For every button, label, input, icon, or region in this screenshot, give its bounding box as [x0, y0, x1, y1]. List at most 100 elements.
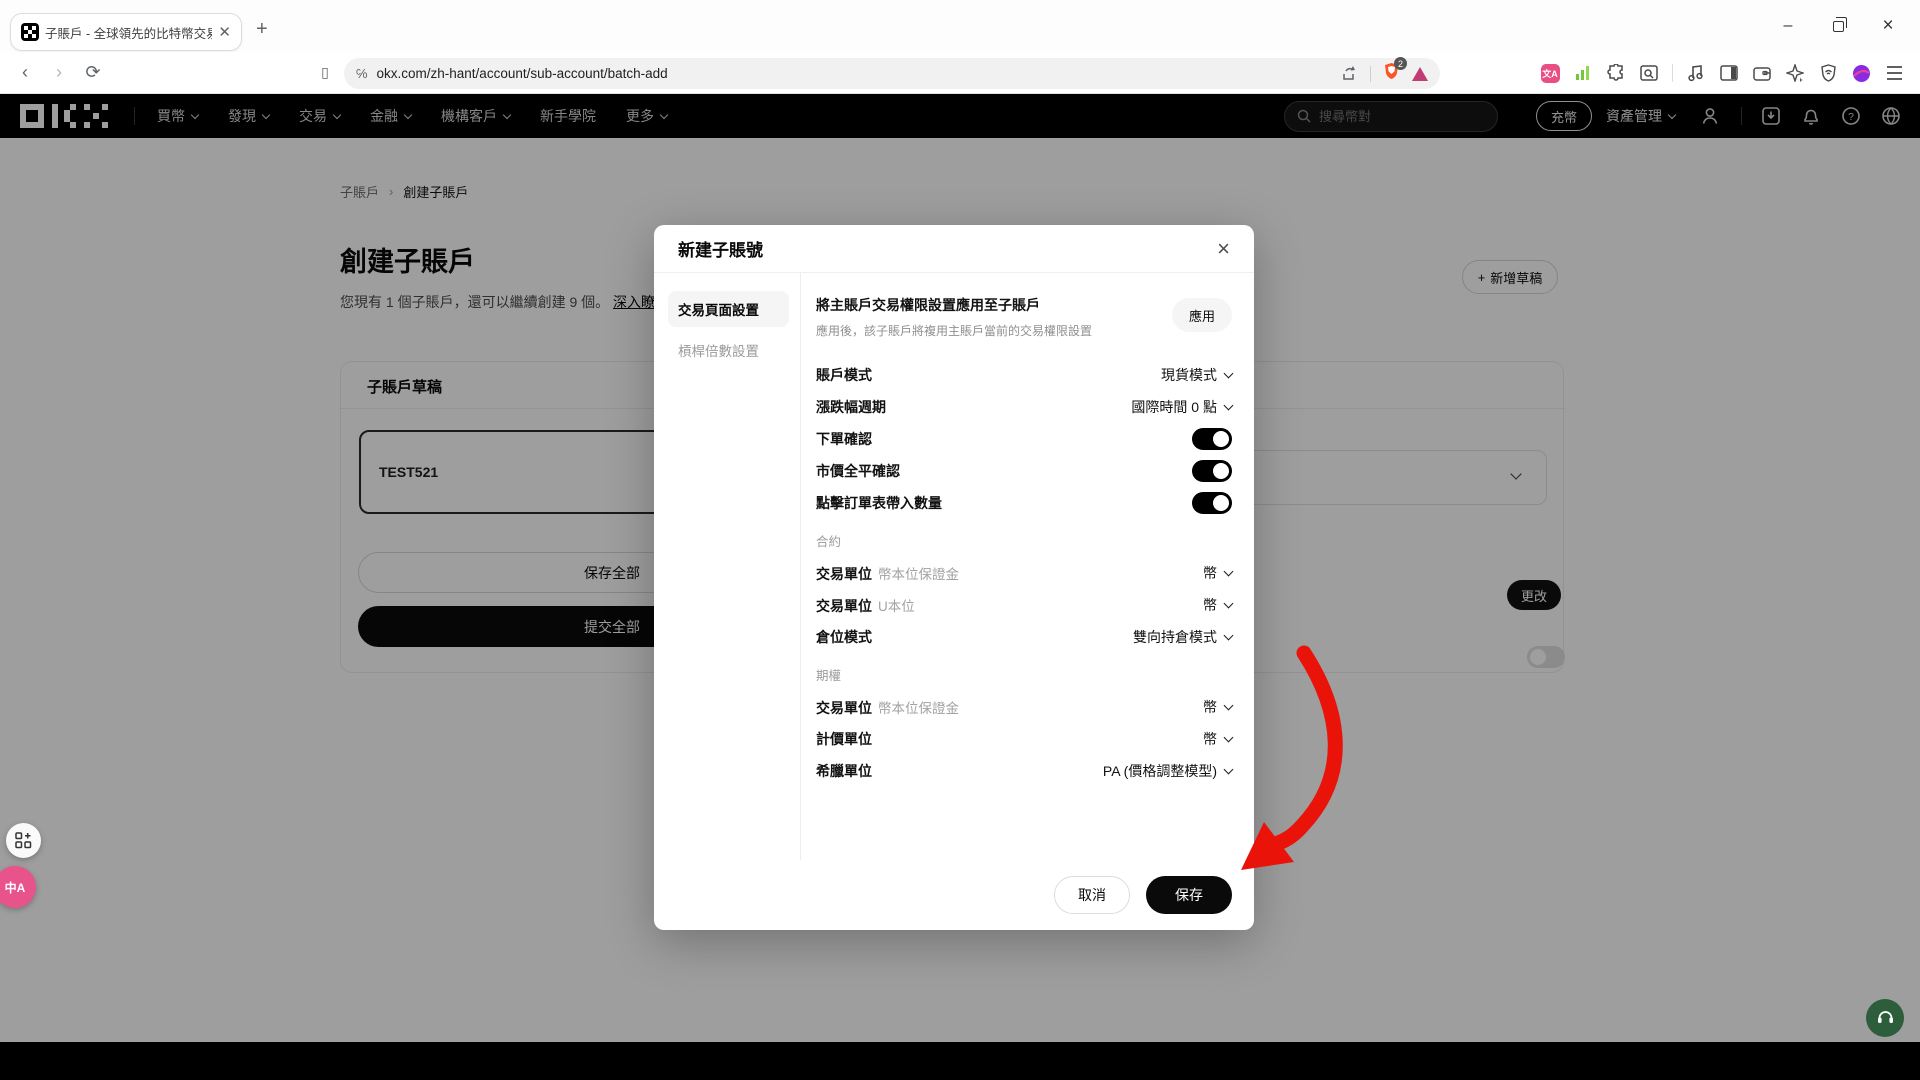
- row-value: PA (價格調整模型): [1103, 761, 1217, 781]
- save-button[interactable]: 保存: [1146, 876, 1232, 914]
- apply-permissions-row: 將主賬戶交易權限設置應用至子賬戶 應用後，該子賬戶將複用主賬戶當前的交易權限設置…: [816, 295, 1232, 339]
- row-label: 計價單位: [816, 731, 872, 747]
- row-value: 幣: [1203, 697, 1217, 717]
- row-label: 倉位模式: [816, 629, 872, 645]
- stats-extension-icon[interactable]: [1573, 63, 1593, 83]
- row-value: 幣: [1203, 563, 1217, 583]
- shield-badge: 2: [1394, 57, 1407, 70]
- apply-title: 將主賬戶交易權限設置應用至子賬戶: [816, 295, 1158, 315]
- okx-favicon: [21, 23, 39, 41]
- chevron-down-icon: [1224, 764, 1234, 774]
- row-sublabel: U本位: [878, 599, 915, 614]
- reload-icon[interactable]: ⟳: [76, 62, 110, 83]
- row-value: 幣: [1203, 729, 1217, 749]
- row-select[interactable]: PA (價格調整模型): [1103, 761, 1232, 781]
- modal-footer: 取消 保存: [654, 860, 1254, 930]
- new-tab-button[interactable]: +: [256, 18, 268, 41]
- wallet-extension-icon[interactable]: [1752, 63, 1772, 83]
- row-label: 市價全平確認: [816, 463, 900, 479]
- extensions-puzzle-icon[interactable]: [1606, 63, 1626, 83]
- modal-title: 新建子賬號: [678, 236, 1217, 261]
- bookmark-icon[interactable]: ▯: [308, 64, 342, 81]
- modal-section: 合約 交易單位幣本位保證金 幣 交易單位U本位 幣 倉位模式: [816, 533, 1232, 653]
- section-heading: 期權: [816, 667, 1232, 685]
- back-icon[interactable]: ‹: [8, 62, 42, 83]
- row-label: 漲跌幅週期: [816, 399, 886, 415]
- site-settings-icon[interactable]: ℅: [356, 66, 368, 81]
- purple-globe-extension-icon[interactable]: [1851, 63, 1871, 83]
- chevron-down-icon: [1224, 630, 1234, 640]
- modal-section: 賬戶模式 現貨模式 漲跌幅週期 國際時間 0 點 下單確認: [816, 359, 1232, 519]
- row-select[interactable]: 幣: [1203, 697, 1232, 717]
- chevron-down-icon: [1224, 700, 1234, 710]
- row-label: 交易單位: [816, 598, 872, 614]
- modal-tab[interactable]: 交易頁面設置: [668, 291, 789, 327]
- row-toggle[interactable]: [1192, 428, 1232, 450]
- browser-menu-icon[interactable]: [1884, 63, 1904, 83]
- translate-extension-icon[interactable]: 文A: [1541, 64, 1560, 83]
- modal-tab-label: 交易頁面設置: [678, 299, 759, 319]
- brave-shield-icon[interactable]: 2: [1383, 62, 1400, 85]
- sparkle-extension-icon[interactable]: [1785, 63, 1805, 83]
- search-window-extension-icon[interactable]: [1639, 63, 1659, 83]
- tab-title: 子賬戶 - 全球領先的比特幣交易: [45, 23, 212, 42]
- widgets-float-button[interactable]: [6, 823, 41, 858]
- translate-icon: 中A: [5, 879, 26, 896]
- row-value: 雙向持倉模式: [1133, 627, 1217, 647]
- chevron-down-icon: [1224, 598, 1234, 608]
- apps-grid-icon: [15, 832, 32, 849]
- tab-close-icon[interactable]: ✕: [218, 25, 231, 40]
- row-value: 現貨模式: [1161, 365, 1217, 385]
- chevron-down-icon: [1224, 400, 1234, 410]
- row-toggle[interactable]: [1192, 460, 1232, 482]
- window-restore-icon[interactable]: [1828, 16, 1848, 36]
- music-extension-icon[interactable]: [1686, 63, 1706, 83]
- modal-form-row: 交易單位 U本位 幣: [816, 589, 1232, 621]
- modal-form-row: 交易單位幣本位保證金 幣: [816, 557, 1232, 589]
- row-toggle[interactable]: [1192, 492, 1232, 514]
- row-label: 交易單位: [816, 566, 872, 582]
- section-rows: 賬戶模式 現貨模式 漲跌幅週期 國際時間 0 點 下單確認: [816, 359, 1232, 519]
- chevron-down-icon: [1224, 368, 1234, 378]
- row-select[interactable]: 幣: [1203, 563, 1232, 583]
- url-text[interactable]: okx.com/zh-hant/account/sub-account/batc…: [377, 66, 1341, 81]
- screen: 子賬戶 - 全球領先的比特幣交易 ✕ + – × ‹ › ⟳ ▯ ℅ okx.c…: [0, 0, 1920, 1080]
- modal-form-row: 計價單位 幣: [816, 723, 1232, 755]
- row-select[interactable]: 幣: [1203, 729, 1232, 749]
- row-label: 交易單位: [816, 700, 872, 716]
- section-rows: 交易單位幣本位保證金 幣 計價單位 幣 希臘單位 PA (價格調整模型): [816, 691, 1232, 787]
- window-minimize-icon[interactable]: –: [1778, 16, 1798, 36]
- row-select[interactable]: 現貨模式: [1161, 365, 1232, 385]
- share-icon[interactable]: [1341, 65, 1358, 82]
- row-value: 國際時間 0 點: [1131, 397, 1217, 417]
- row-select[interactable]: 幣: [1203, 595, 1232, 615]
- close-icon[interactable]: ×: [1217, 238, 1230, 260]
- modal-form-row: 賬戶模式 現貨模式: [816, 359, 1232, 391]
- modal-form: 賬戶模式 現貨模式 漲跌幅週期 國際時間 0 點 下單確認: [816, 359, 1232, 787]
- row-select[interactable]: 雙向持倉模式: [1133, 627, 1232, 647]
- modal-form-row: 希臘單位 PA (價格調整模型): [816, 755, 1232, 787]
- row-select[interactable]: 國際時間 0 點: [1131, 397, 1232, 417]
- apply-button[interactable]: 應用: [1172, 298, 1232, 332]
- modal-form-row: 下單確認: [816, 423, 1232, 455]
- modal-form-row: 倉位模式 雙向持倉模式: [816, 621, 1232, 653]
- modal-tab[interactable]: 槓桿倍數設置: [668, 332, 789, 368]
- support-chat-button[interactable]: [1866, 999, 1904, 1037]
- brave-rewards-icon[interactable]: [1412, 67, 1428, 81]
- browser-titlebar: 子賬戶 - 全球領先的比特幣交易 ✕ + – ×: [0, 0, 1920, 52]
- cancel-button[interactable]: 取消: [1054, 876, 1130, 914]
- forward-icon[interactable]: ›: [42, 62, 76, 83]
- section-heading: 合約: [816, 533, 1232, 551]
- browser-tab[interactable]: 子賬戶 - 全球領先的比特幣交易 ✕: [10, 13, 242, 51]
- browser-toolbar: ‹ › ⟳ ▯ ℅ okx.com/zh-hant/account/sub-ac…: [0, 52, 1920, 94]
- create-subaccount-modal: 新建子賬號 × 交易頁面設置 槓桿倍數設置 將主賬戶交易權限設置應用至子賬戶 應…: [654, 225, 1254, 930]
- vpn-shield-extension-icon[interactable]: [1818, 63, 1838, 83]
- headset-icon: [1876, 1009, 1895, 1027]
- address-bar[interactable]: ℅ okx.com/zh-hant/account/sub-account/ba…: [344, 58, 1440, 89]
- sidebar-extension-icon[interactable]: [1719, 63, 1739, 83]
- window-close-icon[interactable]: ×: [1878, 16, 1898, 36]
- section-rows: 交易單位幣本位保證金 幣 交易單位U本位 幣 倉位模式 雙向持倉模式: [816, 557, 1232, 653]
- row-sublabel: 幣本位保證金: [878, 567, 959, 582]
- modal-section: 期權 交易單位幣本位保證金 幣 計價單位 幣 希臘單位: [816, 667, 1232, 787]
- row-label: 希臘單位: [816, 763, 872, 779]
